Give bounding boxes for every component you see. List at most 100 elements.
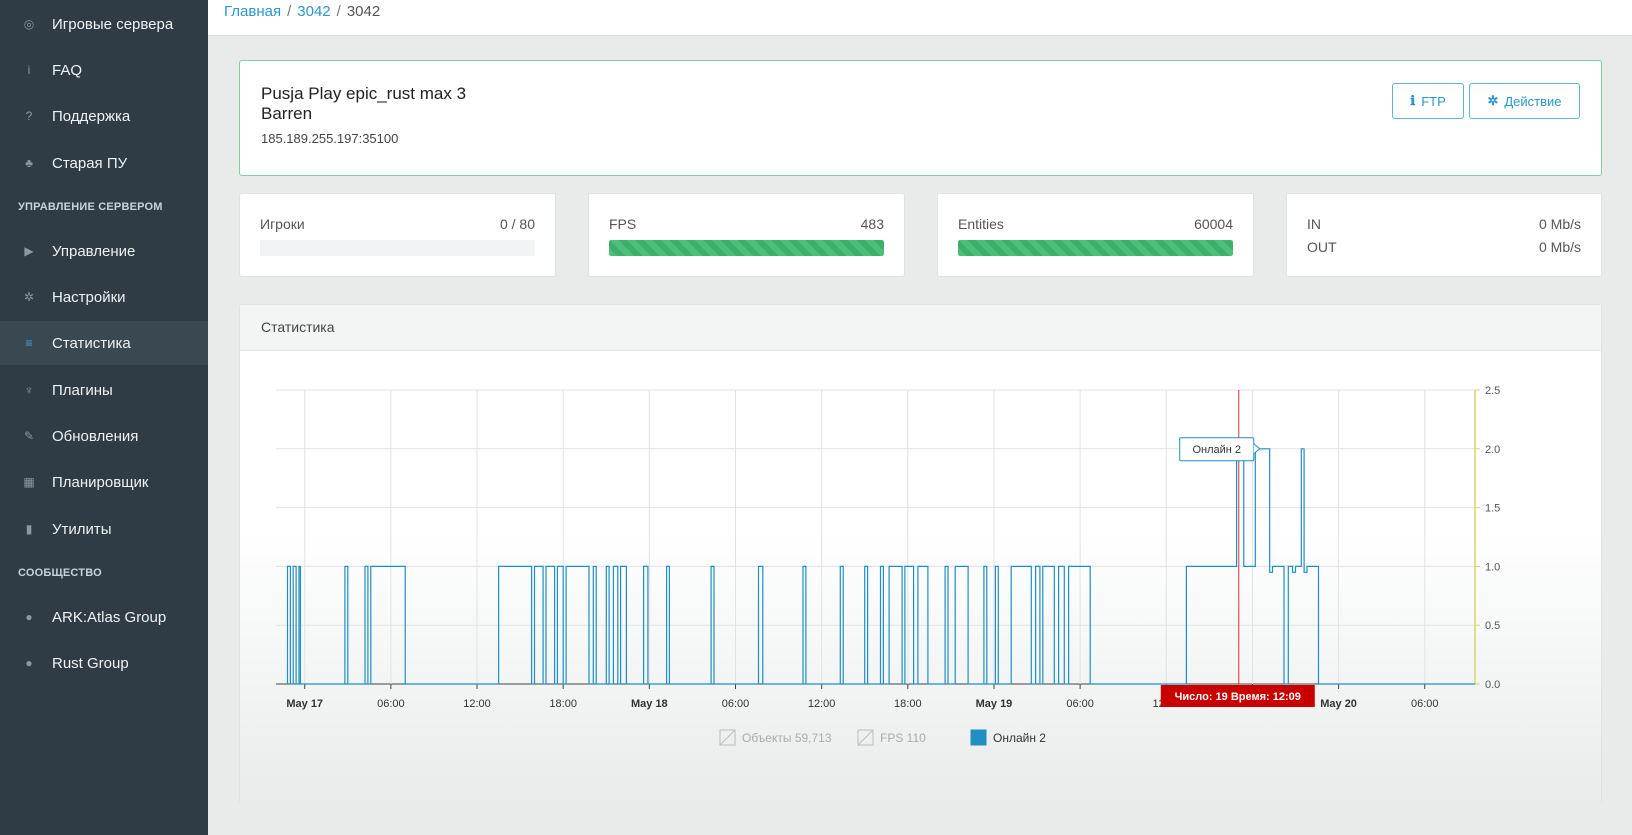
info-icon: ℹ	[1410, 93, 1416, 108]
x-tick-label: 18:00	[894, 698, 922, 710]
sidebar-item-label: Управление	[52, 242, 136, 260]
legend-label: Объекты 59,713	[742, 731, 832, 745]
sidebar-item-label: Обновления	[52, 427, 139, 445]
server-name: Pusja Play epic_rust max 3	[261, 84, 467, 103]
fps-card: FPS 483	[588, 193, 905, 277]
cubes-icon: ♣	[25, 156, 33, 170]
players-label: Игроки	[260, 216, 305, 232]
play-icon: ▶	[24, 244, 34, 258]
y-tick-label: 2.0	[1485, 444, 1500, 456]
statistics-panel-header: Статистика	[240, 305, 1601, 351]
statistics-panel-body: 0.0 0.5 1.0 1.5 2.0 2.5 May 17 06:00 12:00 18:00 M…	[240, 351, 1601, 805]
x-tick-label: 06:00	[1066, 698, 1094, 710]
breadcrumb-current: 3042	[346, 3, 381, 20]
gear-icon: ✲	[1487, 93, 1499, 108]
entities-progress-fill	[958, 240, 1233, 256]
gamepad-icon: ◎	[23, 17, 35, 31]
fps-progress-fill	[609, 240, 884, 256]
legend-label: Онлайн 2	[993, 731, 1046, 745]
sidebar-item-label: Планировщик	[52, 473, 149, 491]
sidebar-item-label: FAQ	[52, 61, 83, 79]
sidebar-item-scheduler[interactable]: ▦ Планировщик	[0, 460, 208, 504]
statistics-panel-title: Статистика	[261, 319, 335, 335]
x-tick-label: May 19	[976, 698, 1013, 710]
entities-value: 60004	[1194, 216, 1233, 232]
fps-label: FPS	[609, 216, 637, 232]
question-icon: ?	[25, 109, 33, 123]
y-tick-label: 0.5	[1485, 620, 1500, 632]
fps-progress-bar	[609, 240, 884, 256]
x-tick-label: May 18	[631, 698, 668, 710]
sidebar-item-plugins[interactable]: ♆ Плагины	[0, 368, 208, 412]
sidebar-item-utilities[interactable]: ▮ Утилиты	[0, 507, 208, 551]
legend-swatch-off	[857, 729, 874, 746]
tooltip-label: Онлайн 2	[1192, 444, 1241, 456]
crosshair-label: Число: 19 Время: 12:09	[1175, 691, 1301, 703]
wrench-icon: ✎	[23, 429, 35, 443]
steam-icon: ●	[25, 656, 33, 670]
tooltip-arrow	[1253, 443, 1261, 455]
statistics-chart[interactable]: 0.0 0.5 1.0 1.5 2.0 2.5 May 17 06:00 12:00 18:00 M…	[240, 351, 1603, 805]
breadcrumb-separator: /	[336, 3, 341, 20]
breadcrumb-parent-link[interactable]: 3042	[297, 3, 330, 20]
ftp-button[interactable]: ℹ FTP	[1392, 83, 1464, 119]
sidebar-item-game-servers[interactable]: ◎ Игровые сервера	[0, 2, 208, 46]
sidebar-item-updates[interactable]: ✎ Обновления	[0, 414, 208, 458]
x-tick-label: 12:00	[808, 698, 836, 710]
x-tick-label: May 20	[1320, 698, 1357, 710]
sidebar-item-settings[interactable]: ✲ Настройки	[0, 275, 208, 319]
legend-swatch	[970, 729, 987, 746]
legend-label: FPS 110	[880, 731, 926, 745]
sidebar-item-label: Настройки	[52, 288, 126, 306]
action-button[interactable]: ✲ Действие	[1469, 83, 1580, 119]
breadcrumb-separator: /	[287, 3, 292, 20]
sidebar-item-faq[interactable]: i FAQ	[0, 48, 208, 92]
topbar: Главная / 3042 / 3042	[208, 0, 1632, 36]
ftp-button-label: FTP	[1421, 93, 1446, 109]
y-tick-label: 0.0	[1485, 679, 1500, 691]
x-tick-label: 18:00	[549, 698, 577, 710]
sidebar-item-label: Игровые сервера	[52, 15, 174, 33]
network-card: IN 0 Mb/s OUT 0 Mb/s	[1286, 193, 1602, 277]
sidebar-item-ark-atlas-group[interactable]: ● ARK:Atlas Group	[0, 595, 208, 639]
x-tick-label: 06:00	[1411, 698, 1439, 710]
sidebar-section-community: СООБЩЕСТВО	[18, 567, 102, 579]
server-address: 185.189.255.197:35100	[261, 131, 399, 146]
x-tick-label: 06:00	[722, 698, 750, 710]
statistics-panel: Статистика 0.0 0.5 1.0 1.5 2.0 2.5 May 17 06:00…	[239, 304, 1602, 805]
server-map: Barren	[261, 104, 313, 123]
net-in-label: IN	[1307, 216, 1321, 232]
players-value: 0 / 80	[499, 216, 535, 232]
net-in-value: 0 Mb/s	[1538, 216, 1581, 232]
x-tick-label: 12:00	[463, 698, 491, 710]
sidebar-item-label: Старая ПУ	[52, 154, 128, 172]
calendar-icon: ▦	[23, 475, 35, 489]
legend-swatch-off	[719, 729, 736, 746]
plug-icon: ♆	[24, 383, 34, 397]
entities-progress-bar	[958, 240, 1233, 256]
sidebar-item-old-panel[interactable]: ♣ Старая ПУ	[0, 141, 208, 185]
breadcrumb: Главная / 3042 / 3042	[224, 3, 380, 20]
sidebar-item-management[interactable]: ▶ Управление	[0, 229, 208, 273]
sidebar-item-rust-group[interactable]: ● Rust Group	[0, 641, 208, 685]
y-tick-label: 2.5	[1485, 385, 1500, 397]
sidebar-item-label: Rust Group	[52, 654, 129, 672]
breadcrumb-home-link[interactable]: Главная	[224, 3, 281, 20]
sidebar-item-label: Поддержка	[52, 107, 131, 125]
gear-icon: ✲	[23, 290, 35, 304]
database-icon: ≡	[25, 336, 33, 350]
sidebar: ◎ Игровые сервера i FAQ ? Поддержка ♣ Ст…	[0, 0, 208, 835]
file-icon: ▮	[25, 522, 33, 536]
entities-label: Entities	[958, 216, 1004, 232]
x-tick-label: May 17	[286, 698, 323, 710]
fps-value: 483	[860, 216, 884, 232]
sidebar-item-support[interactable]: ? Поддержка	[0, 94, 208, 138]
y-tick-label: 1.0	[1485, 561, 1500, 573]
sidebar-section-server-management: УПРАВЛЕНИЕ СЕРВЕРОМ	[18, 201, 163, 213]
steam-icon: ●	[25, 610, 33, 624]
sidebar-item-label: Плагины	[52, 381, 113, 399]
info-icon: i	[27, 63, 31, 77]
players-card: Игроки 0 / 80	[239, 193, 556, 277]
sidebar-item-statistics[interactable]: ≡ Статистика	[0, 321, 208, 365]
sidebar-item-label: ARK:Atlas Group	[52, 608, 167, 626]
